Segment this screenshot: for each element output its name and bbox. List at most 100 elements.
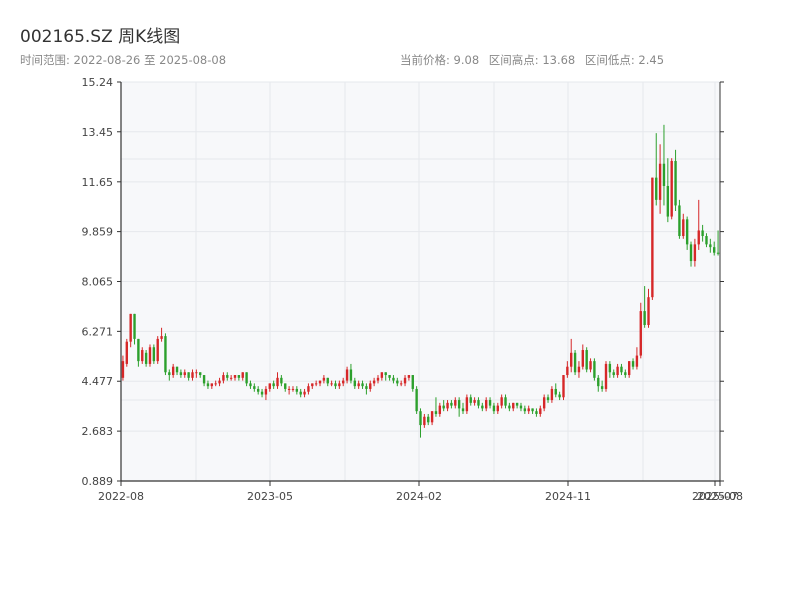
x-tick-label: 2023-05 (247, 490, 293, 503)
candle-body (546, 397, 550, 401)
candle-body (427, 416, 430, 423)
y-tick-label: 15.24 (82, 76, 114, 89)
candle-body (477, 400, 480, 406)
candle-body (616, 366, 619, 376)
candle-body (481, 405, 484, 409)
candle-body (129, 313, 132, 342)
candle-body (148, 347, 152, 364)
candle-body (465, 397, 469, 412)
candlestick-chart: 0.889 2.683 4.477 6.271 8.065 9.859 11.65 13.45… (82, 76, 743, 503)
candle-body (473, 400, 476, 403)
candle-body (554, 388, 557, 395)
y-tick-label: 2.683 (82, 425, 114, 438)
candle-body (666, 185, 670, 217)
candle (562, 375, 565, 401)
candle (415, 386, 418, 414)
candle-body (311, 383, 314, 387)
candle-body (701, 230, 704, 237)
candle-body (639, 311, 642, 356)
candle-body (210, 383, 214, 387)
candle-body (388, 375, 391, 378)
y-tick-label: 13.45 (82, 126, 114, 139)
candle (465, 394, 469, 414)
candle-body (353, 380, 357, 387)
candle-body (531, 408, 534, 412)
candle-body (693, 244, 697, 262)
candle-body (318, 380, 322, 384)
y-tick-label: 9.859 (82, 226, 114, 239)
candle-body (442, 405, 445, 409)
candle-body (539, 408, 542, 414)
candle-body (674, 160, 677, 206)
candle-body (492, 405, 496, 412)
x-axis-labels: 2022-08 2023-05 2024-02 2024-11 2025-072025-… (98, 490, 743, 503)
candle-body (399, 383, 403, 385)
candle-body (268, 383, 271, 389)
candle-body (384, 372, 387, 376)
candle-body (685, 219, 689, 245)
candle-body (457, 400, 461, 409)
candle-body (121, 361, 125, 378)
candle-body (307, 386, 310, 392)
candle-body (202, 375, 206, 384)
candle-body (585, 350, 588, 370)
candle-body (716, 252, 720, 254)
candle-body (342, 380, 345, 384)
candle-body (658, 163, 662, 200)
candle-body (249, 383, 252, 387)
candle-body (291, 388, 295, 390)
candle-body (314, 383, 318, 385)
candle-body (287, 388, 291, 390)
candle-body (430, 411, 434, 423)
candle-body (349, 369, 353, 381)
candle-body (338, 383, 341, 387)
candle-body (620, 366, 623, 373)
candle-body (152, 347, 156, 362)
candle-body (600, 386, 604, 389)
candle (125, 338, 128, 367)
candle-body (500, 397, 503, 406)
candle-body (295, 388, 299, 392)
candle-body (276, 377, 279, 387)
candle-body (496, 405, 499, 412)
candle-body (133, 313, 136, 339)
candle (639, 302, 642, 359)
candle-body (515, 402, 519, 406)
candle-body (245, 372, 248, 384)
candle-body (144, 352, 148, 364)
candle-body (713, 247, 716, 253)
candle-body (199, 372, 202, 376)
candle-body (581, 350, 585, 367)
candle-body (682, 219, 685, 237)
candle (164, 333, 167, 376)
candle-body (423, 416, 426, 426)
candle-body (450, 402, 453, 406)
candle-body (160, 336, 163, 339)
candle-body (608, 363, 612, 373)
candle-body (365, 386, 368, 389)
y-tick-label: 6.271 (82, 325, 114, 338)
candle-body (454, 400, 457, 406)
y-tick-label: 8.065 (82, 275, 114, 288)
candle-body (550, 388, 554, 401)
candle-body (542, 397, 546, 409)
candle-body (175, 366, 179, 373)
candle-body (392, 377, 395, 381)
candle-body (396, 380, 399, 384)
candle-body (624, 372, 627, 376)
candle-body (256, 388, 260, 392)
candle-body (523, 408, 527, 412)
candle-body (272, 383, 275, 387)
candle-body (407, 375, 411, 378)
candle-body (558, 394, 561, 398)
candle-body (125, 341, 128, 364)
candle-body (233, 375, 237, 378)
candle-body (655, 177, 658, 200)
candle-body (519, 405, 523, 409)
candle-body (187, 372, 190, 378)
candle-body (705, 236, 708, 245)
candle-body (403, 377, 407, 384)
candle-body (206, 383, 210, 387)
candle-body (411, 375, 414, 389)
candle-body (589, 361, 592, 370)
